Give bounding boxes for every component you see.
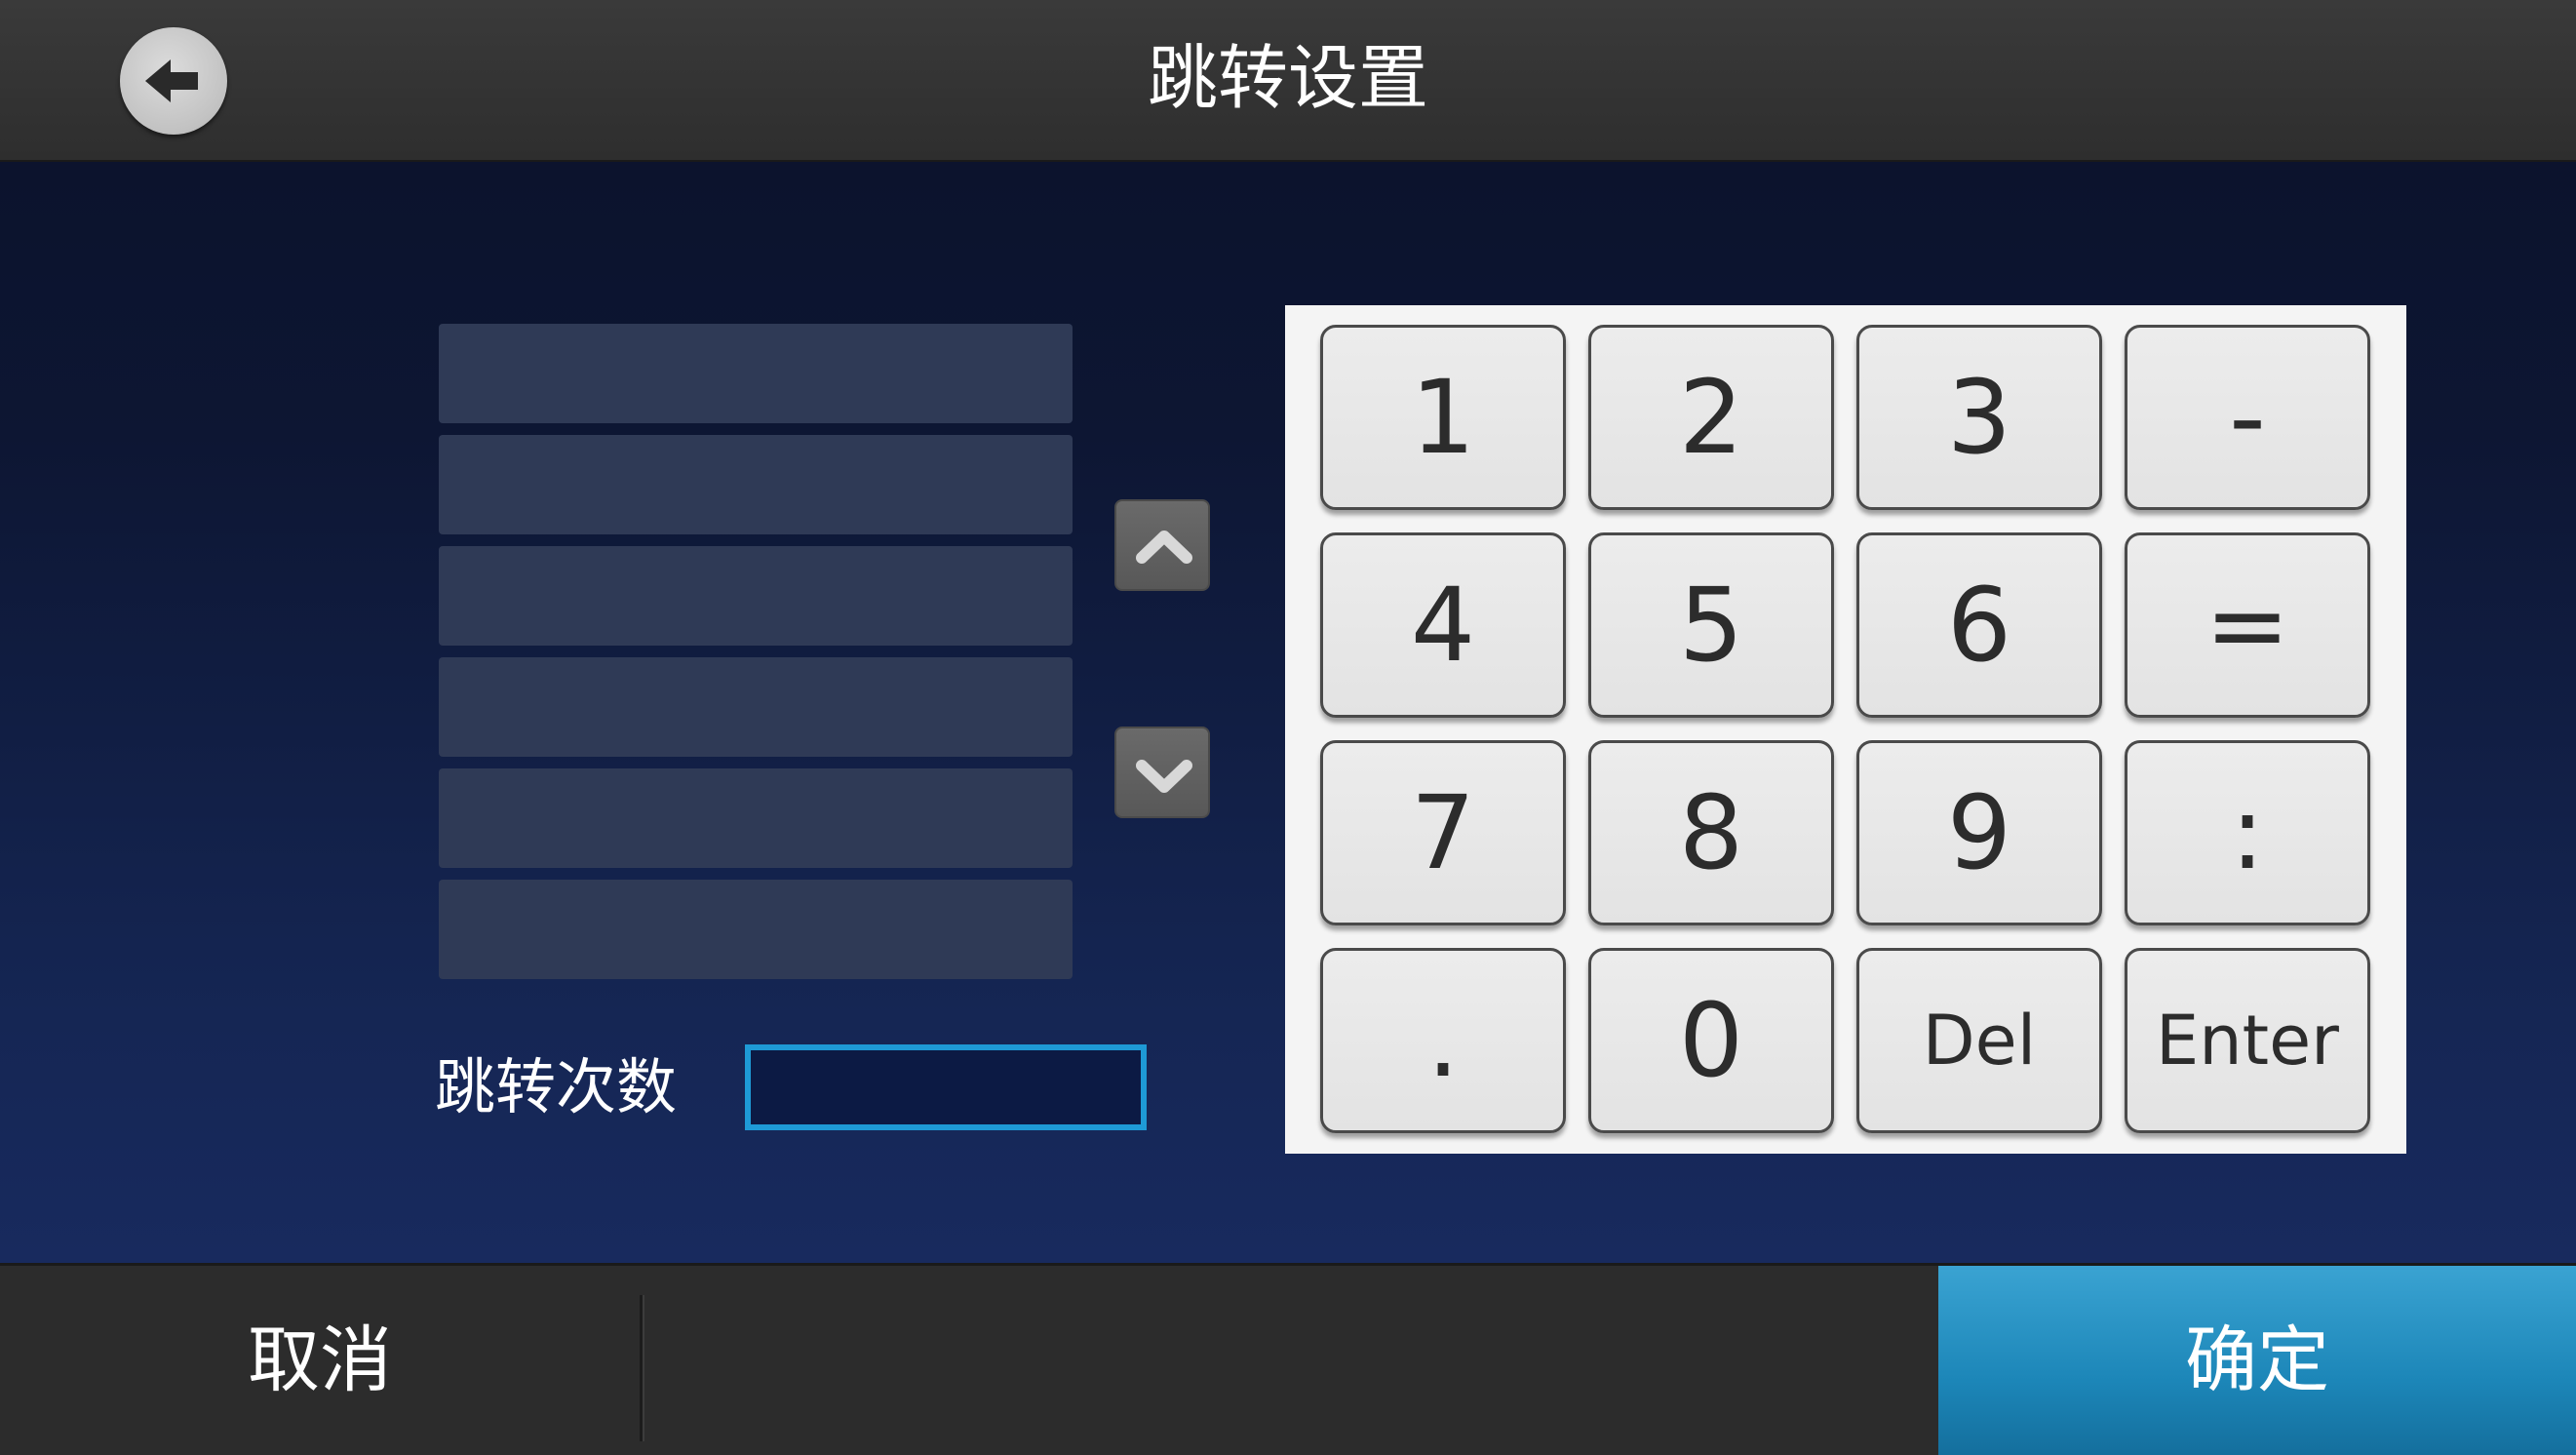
key-9[interactable]: 9 bbox=[1856, 740, 2102, 925]
key-8[interactable]: 8 bbox=[1588, 740, 1834, 925]
key-0[interactable]: 0 bbox=[1588, 948, 1834, 1133]
list-item[interactable] bbox=[439, 435, 1073, 534]
scroll-up-button[interactable] bbox=[1114, 499, 1210, 591]
footer-bar: 取消 确定 bbox=[0, 1263, 2576, 1455]
arrow-left-icon bbox=[145, 59, 198, 102]
confirm-button[interactable]: 确定 bbox=[1938, 1266, 2576, 1455]
list-item[interactable] bbox=[439, 880, 1073, 979]
key-6[interactable]: 6 bbox=[1856, 532, 2102, 718]
header-bar: 跳转设置 bbox=[0, 0, 2576, 162]
key-dot[interactable]: . bbox=[1320, 948, 1566, 1133]
list-item[interactable] bbox=[439, 657, 1073, 757]
jump-count-label: 跳转次数 bbox=[435, 1051, 678, 1122]
chevron-down-icon bbox=[1136, 760, 1192, 793]
list-item[interactable] bbox=[439, 546, 1073, 646]
key-delete[interactable]: Del bbox=[1856, 948, 2102, 1133]
jump-settings-screen: 跳转设置 跳转次数 1 2 3 - 4 5 6 = 7 8 9: . 0 De… bbox=[0, 0, 2576, 1455]
footer-divider bbox=[640, 1295, 644, 1441]
scroll-down-button[interactable] bbox=[1114, 727, 1210, 818]
key-5[interactable]: 5 bbox=[1588, 532, 1834, 718]
key-equals[interactable]: = bbox=[2125, 532, 2370, 718]
key-7[interactable]: 7 bbox=[1320, 740, 1566, 925]
key-2[interactable]: 2 bbox=[1588, 325, 1834, 510]
page-title: 跳转设置 bbox=[1147, 37, 1428, 119]
key-3[interactable]: 3 bbox=[1856, 325, 2102, 510]
numeric-keypad: 1 2 3 - 4 5 6 = 7 8 9 : . 0 Del Enter bbox=[1285, 305, 2406, 1154]
key-4[interactable]: 4 bbox=[1320, 532, 1566, 718]
cancel-button[interactable]: 取消 bbox=[0, 1266, 640, 1455]
key-colon[interactable]: : bbox=[2125, 740, 2370, 925]
jump-count-input[interactable] bbox=[745, 1044, 1147, 1130]
list-item[interactable] bbox=[439, 324, 1073, 423]
key-enter[interactable]: Enter bbox=[2125, 948, 2370, 1133]
chevron-up-icon bbox=[1136, 531, 1192, 564]
key-1[interactable]: 1 bbox=[1320, 325, 1566, 510]
back-button[interactable] bbox=[120, 27, 227, 135]
list-item[interactable] bbox=[439, 768, 1073, 868]
key-minus[interactable]: - bbox=[2125, 325, 2370, 510]
